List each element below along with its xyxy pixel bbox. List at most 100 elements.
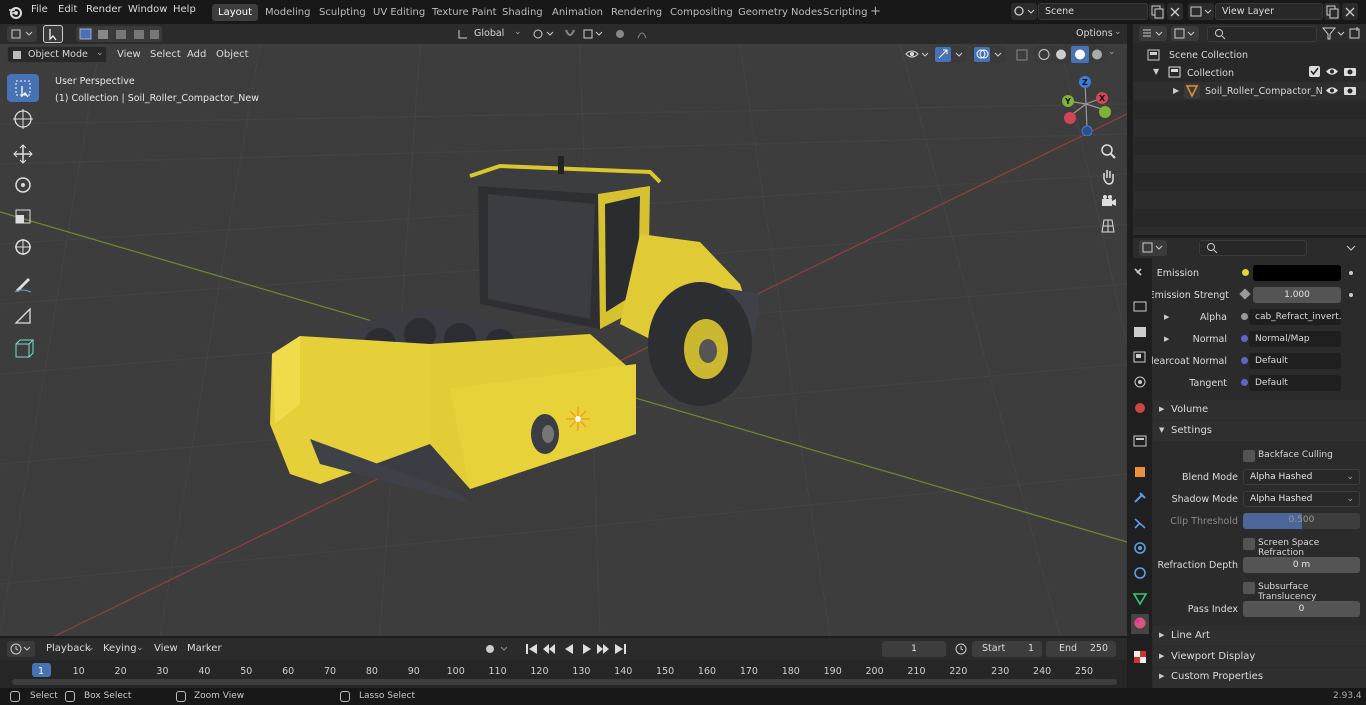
settings-section-label[interactable]: Settings bbox=[1171, 425, 1212, 436]
custom-properties-expand-icon[interactable]: ▶ bbox=[1159, 672, 1164, 680]
auto-keying-icon[interactable] bbox=[481, 641, 515, 657]
viewport-menu-object[interactable]: Object bbox=[216, 49, 249, 60]
pass-index-field[interactable]: 0 bbox=[1243, 601, 1360, 617]
tab-layout[interactable]: Layout bbox=[212, 4, 258, 21]
copy-scene-icon[interactable] bbox=[1149, 3, 1165, 20]
view-layer-name-field[interactable]: View Layer bbox=[1215, 3, 1323, 20]
filter-icon[interactable] bbox=[1321, 26, 1347, 41]
object-render-camera-icon[interactable] bbox=[1343, 85, 1357, 96]
tab-texture-paint[interactable]: Texture Paint bbox=[426, 4, 503, 21]
cursor-tool[interactable] bbox=[7, 105, 39, 133]
scene-selector-icon[interactable] bbox=[1011, 3, 1037, 20]
properties-options-chevron-icon[interactable] bbox=[1341, 240, 1361, 256]
tab-animation[interactable]: Animation bbox=[546, 4, 609, 21]
backface-culling-checkbox[interactable] bbox=[1243, 450, 1255, 462]
clip-threshold-slider[interactable]: 0.500 bbox=[1243, 513, 1360, 529]
options-dropdown[interactable]: Options ⌄ bbox=[1070, 26, 1124, 42]
camera-view-icon[interactable] bbox=[1097, 190, 1119, 212]
timeline-scrollbar[interactable] bbox=[12, 679, 1117, 685]
line-art-expand-icon[interactable]: ▶ bbox=[1159, 631, 1164, 639]
shading-mode-group[interactable] bbox=[1034, 46, 1106, 63]
pivot-point-icon[interactable] bbox=[530, 26, 556, 42]
collection-visibility-eye-icon[interactable] bbox=[1325, 66, 1339, 77]
tab-sculpting[interactable]: Sculpting bbox=[313, 4, 372, 21]
scene-name-field[interactable]: Scene bbox=[1038, 3, 1148, 20]
add-workspace-icon[interactable]: + bbox=[870, 4, 881, 19]
viewport-menu-view[interactable]: View bbox=[117, 49, 141, 60]
transform-tool[interactable] bbox=[7, 233, 39, 261]
zoom-view-icon[interactable] bbox=[1097, 140, 1119, 162]
blender-logo-icon[interactable] bbox=[8, 5, 22, 19]
tangent-socket-icon[interactable] bbox=[1241, 379, 1248, 386]
viewport-canvas[interactable] bbox=[0, 44, 1127, 636]
select-tool-icon[interactable] bbox=[43, 25, 63, 43]
proportional-editing-group[interactable] bbox=[612, 26, 656, 42]
tab-shading[interactable]: Shading bbox=[496, 4, 549, 21]
custom-properties-section-label[interactable]: Custom Properties bbox=[1171, 671, 1263, 682]
subsurface-translucency-checkbox[interactable] bbox=[1243, 582, 1255, 594]
refraction-depth-field[interactable]: 0 m bbox=[1243, 557, 1360, 573]
transform-orientation-dropdown[interactable]: Global ⌄ bbox=[454, 26, 524, 42]
clearcoat-normal-socket-icon[interactable] bbox=[1241, 357, 1248, 364]
emission-socket-icon[interactable] bbox=[1242, 269, 1249, 276]
xray-toggle-icon[interactable] bbox=[1014, 46, 1030, 63]
tangent-field[interactable]: Default bbox=[1249, 375, 1341, 391]
emission-strength-field[interactable]: 1.000 bbox=[1253, 287, 1341, 303]
viewport-menu-add[interactable]: Add bbox=[187, 49, 206, 60]
tab-modeling[interactable]: Modeling bbox=[259, 4, 317, 21]
viewport-display-expand-icon[interactable]: ▶ bbox=[1159, 652, 1164, 660]
menu-window[interactable]: Window bbox=[128, 4, 167, 15]
clearcoat-normal-field[interactable]: Default bbox=[1249, 353, 1341, 369]
delete-scene-icon[interactable] bbox=[1167, 3, 1183, 20]
object-expand-icon[interactable]: ▶ bbox=[1173, 86, 1179, 95]
menu-edit[interactable]: Edit bbox=[58, 4, 77, 15]
scene-collection-label[interactable]: Scene Collection bbox=[1169, 50, 1248, 61]
add-cube-tool[interactable] bbox=[7, 335, 39, 363]
outliner-editor-type-icon[interactable] bbox=[1139, 26, 1167, 41]
overlays-toggle-icon[interactable] bbox=[972, 46, 1006, 63]
snap-group[interactable] bbox=[562, 26, 606, 42]
end-frame-field[interactable]: End 250 bbox=[1046, 641, 1116, 657]
collection-expand-icon[interactable]: ▼ bbox=[1153, 67, 1159, 76]
viewport-display-section-label[interactable]: Viewport Display bbox=[1171, 651, 1255, 662]
tab-scripting[interactable]: Scripting bbox=[817, 4, 873, 21]
alpha-socket-icon[interactable] bbox=[1241, 313, 1248, 320]
tab-geometry-nodes[interactable]: Geometry Nodes bbox=[732, 4, 828, 21]
measure-tool[interactable] bbox=[7, 301, 39, 329]
viewport-menu-select[interactable]: Select bbox=[150, 49, 181, 60]
emission-keyframe-icon[interactable] bbox=[1349, 271, 1353, 275]
timeline-menu-playback[interactable]: Playback bbox=[46, 643, 91, 654]
properties-editor-type-icon[interactable] bbox=[1139, 240, 1167, 256]
select-box-tool[interactable] bbox=[7, 74, 39, 102]
selection-mode-group[interactable] bbox=[76, 26, 162, 42]
object-visibility-eye-icon[interactable] bbox=[1325, 85, 1339, 96]
3d-viewport[interactable]: User Perspective (1) Collection | Soil_R… bbox=[0, 44, 1127, 636]
emission-strength-socket-icon[interactable] bbox=[1239, 288, 1251, 300]
normal-socket-icon[interactable] bbox=[1241, 335, 1248, 342]
alpha-texture-field[interactable]: cab_Refract_invert.p... bbox=[1249, 309, 1341, 325]
blend-mode-dropdown[interactable]: Alpha Hashed ⌄ bbox=[1243, 469, 1360, 485]
volume-section-label[interactable]: Volume bbox=[1171, 404, 1208, 415]
shadow-mode-dropdown[interactable]: Alpha Hashed ⌄ bbox=[1243, 491, 1360, 507]
outliner-search-input[interactable] bbox=[1207, 26, 1317, 42]
tab-rendering[interactable]: Rendering bbox=[605, 4, 668, 21]
view-layer-selector-icon[interactable] bbox=[1188, 3, 1214, 20]
collection-render-camera-icon[interactable] bbox=[1343, 66, 1357, 77]
gizmo-toggle-icon[interactable] bbox=[933, 46, 967, 63]
shading-options-chevron-icon[interactable]: ⌄ bbox=[1108, 47, 1116, 57]
properties-search-input[interactable] bbox=[1199, 240, 1307, 256]
display-mode-icon[interactable] bbox=[1171, 26, 1199, 41]
start-frame-field[interactable]: Start 1 bbox=[972, 641, 1042, 657]
menu-help[interactable]: Help bbox=[173, 4, 196, 15]
editor-type-icon[interactable] bbox=[7, 26, 37, 42]
volume-expand-icon[interactable]: ▶ bbox=[1159, 405, 1164, 413]
timeline-menu-view[interactable]: View bbox=[154, 643, 178, 654]
normal-map-field[interactable]: Normal/Map bbox=[1249, 331, 1341, 347]
move-tool[interactable] bbox=[7, 140, 39, 168]
emission-strength-keyframe-icon[interactable] bbox=[1349, 293, 1353, 297]
scale-tool[interactable] bbox=[7, 202, 39, 230]
current-frame-field[interactable]: 1 bbox=[882, 641, 946, 657]
copy-view-layer-icon[interactable] bbox=[1324, 3, 1340, 20]
timeline-menu-keying[interactable]: Keying bbox=[103, 643, 137, 654]
playback-controls[interactable] bbox=[521, 641, 631, 657]
